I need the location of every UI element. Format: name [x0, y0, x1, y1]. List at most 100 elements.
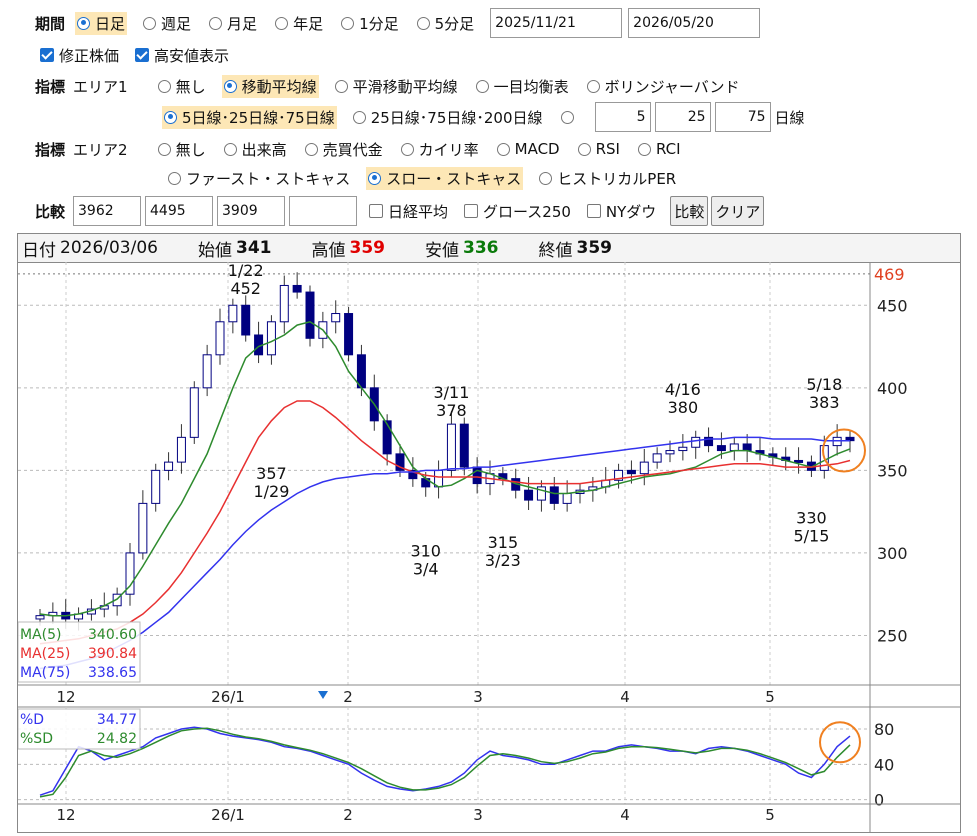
ma-option-0[interactable]: 5日線･25日線･75日線 [162, 105, 337, 129]
period-option-4[interactable]: 1分足 [339, 12, 401, 35]
radio-icon[interactable] [577, 142, 591, 156]
radio-icon[interactable] [496, 142, 510, 156]
radio-icon[interactable] [539, 171, 553, 185]
checkbox-icon[interactable] [135, 48, 150, 62]
ma-custom-input-0[interactable]: 5 [594, 102, 651, 132]
candle-body [716, 445, 726, 452]
period-option-1[interactable]: 週足 [141, 12, 193, 35]
indicator2-option-1[interactable]: 出来高 [222, 138, 289, 161]
candle-body [832, 436, 842, 447]
indicator2b-option-1[interactable]: スロー・ストキャス [366, 166, 524, 190]
compare-code-input-1[interactable]: 4495 [145, 196, 214, 226]
osc-line-%D [39, 726, 851, 796]
compare-check-2[interactable]: NYダウ [585, 200, 658, 223]
checkbox-icon[interactable] [369, 204, 384, 218]
indicator2-option-4[interactable]: MACD [495, 138, 562, 161]
period-option-5[interactable]: 5分足 [415, 12, 477, 35]
date-value: 2026/03/06 [60, 238, 158, 258]
radio-icon[interactable] [304, 142, 318, 156]
adjust-check-1[interactable]: 高安値表示 [133, 44, 231, 67]
indicator2b-option-label: ヒストリカルPER [557, 169, 677, 188]
indicator2-option-6[interactable]: RCI [636, 138, 683, 161]
annotation-date: 3/11 [433, 383, 469, 402]
date-marker-icon [318, 691, 328, 699]
candle-body [356, 354, 366, 389]
radio-icon[interactable] [275, 16, 289, 30]
indicator1-option-1[interactable]: 移動平均線 [221, 74, 319, 98]
indicator2-option-0[interactable]: 無し [156, 138, 208, 161]
adjust-check-0[interactable]: 修正株価 [38, 44, 121, 67]
period-row: 期間 日足 週足 月足 年足 1分足 5分足 2025/11/21 2026/05/20 [35, 8, 761, 38]
candle-body [279, 284, 289, 323]
compare-code-input-3[interactable] [289, 196, 358, 226]
x-tick-label: 2 [343, 688, 353, 706]
indicator2-option-5[interactable]: RSI [576, 138, 622, 161]
radio-icon[interactable] [475, 79, 489, 93]
radio-icon[interactable] [223, 79, 237, 93]
indicator2-option-3[interactable]: カイリ率 [399, 138, 481, 161]
period-option-2[interactable]: 月足 [207, 12, 259, 35]
radio-icon[interactable] [157, 142, 171, 156]
indicator2b-option-0[interactable]: ファースト・ストキャス [166, 167, 352, 190]
end-date-input[interactable]: 2026/05/20 [628, 8, 761, 38]
osc-legend-value: 34.77 [97, 712, 137, 728]
compare-button[interactable]: 比較 [670, 196, 709, 226]
adjust-check-label: 修正株価 [59, 46, 120, 65]
radio-icon[interactable] [586, 79, 600, 93]
radio-icon[interactable] [223, 142, 237, 156]
radio-icon[interactable] [164, 110, 177, 124]
compare-check-0[interactable]: 日経平均 [367, 200, 450, 223]
radio-icon[interactable] [341, 16, 355, 30]
compare-code-input-2[interactable]: 3909 [217, 196, 286, 226]
ma-option-2[interactable] [559, 106, 581, 129]
ma-option-1[interactable]: 25日線･75日線･200日線 [351, 106, 545, 129]
y-tick-label: 250 [877, 626, 908, 645]
compare-check-1[interactable]: グロース250 [462, 200, 573, 223]
radio-icon[interactable] [143, 16, 157, 30]
annotation-value: 357 [256, 464, 287, 483]
indicator1-option-3[interactable]: 一目均衡表 [474, 75, 571, 98]
price-chart-svg[interactable]: 2503003504004504691226/123451/224521/304… [18, 262, 960, 832]
period-label: 期間 [35, 14, 66, 33]
radio-icon[interactable] [168, 171, 181, 185]
radio-icon[interactable] [334, 79, 348, 93]
radio-icon[interactable] [560, 110, 574, 124]
date-label: 日付 [22, 240, 56, 261]
period-option-label: 日足 [95, 14, 126, 33]
osc-legend-name: %SD [20, 731, 53, 747]
legend-name: MA(25) [20, 646, 70, 662]
start-date-input[interactable]: 2025/11/21 [490, 8, 623, 38]
adjust-row: 修正株価 高安値表示 [38, 44, 243, 66]
ma-custom-input-2[interactable]: 75 [714, 102, 771, 132]
checkbox-icon[interactable] [40, 48, 54, 62]
checkbox-icon[interactable] [464, 204, 479, 218]
osc-x-tick-label: 5 [765, 806, 775, 824]
checkbox-icon[interactable] [586, 204, 601, 218]
period-option-0[interactable]: 日足 [75, 11, 128, 35]
osc-x-tick-label: 2 [343, 806, 353, 824]
candle-body [678, 446, 688, 452]
radio-icon[interactable] [368, 171, 382, 185]
radio-icon[interactable] [352, 110, 366, 124]
ma-line-MA(5) [39, 320, 851, 617]
radio-icon[interactable] [400, 142, 414, 156]
indicator2-option-label: 出来高 [241, 140, 287, 159]
ohlc-info-bar: 日付 2026/03/06 始値 341 高値 359 安値 336 終値 35… [18, 234, 960, 263]
indicator1-option-0[interactable]: 無し [156, 75, 208, 98]
clear-button[interactable]: クリア [711, 196, 765, 226]
indicator2-option-label: MACD [514, 140, 560, 158]
radio-icon[interactable] [77, 16, 91, 30]
radio-icon[interactable] [416, 16, 430, 30]
indicator1-option-2[interactable]: 平滑移動平均線 [333, 75, 460, 98]
indicator2b-option-2[interactable]: ヒストリカルPER [537, 167, 678, 190]
radio-icon[interactable] [637, 142, 651, 156]
period-option-3[interactable]: 年足 [273, 12, 325, 35]
chart-container[interactable]: 日付 2026/03/06 始値 341 高値 359 安値 336 終値 35… [17, 233, 961, 833]
compare-code-input-0[interactable]: 3962 [73, 196, 142, 226]
indicator2-option-2[interactable]: 売買代金 [303, 138, 385, 161]
candle-body [691, 436, 701, 448]
radio-icon[interactable] [157, 79, 171, 93]
ma-custom-input-1[interactable]: 25 [654, 102, 711, 132]
indicator1-option-4[interactable]: ボリンジャーバンド [585, 75, 742, 98]
radio-icon[interactable] [209, 16, 223, 30]
